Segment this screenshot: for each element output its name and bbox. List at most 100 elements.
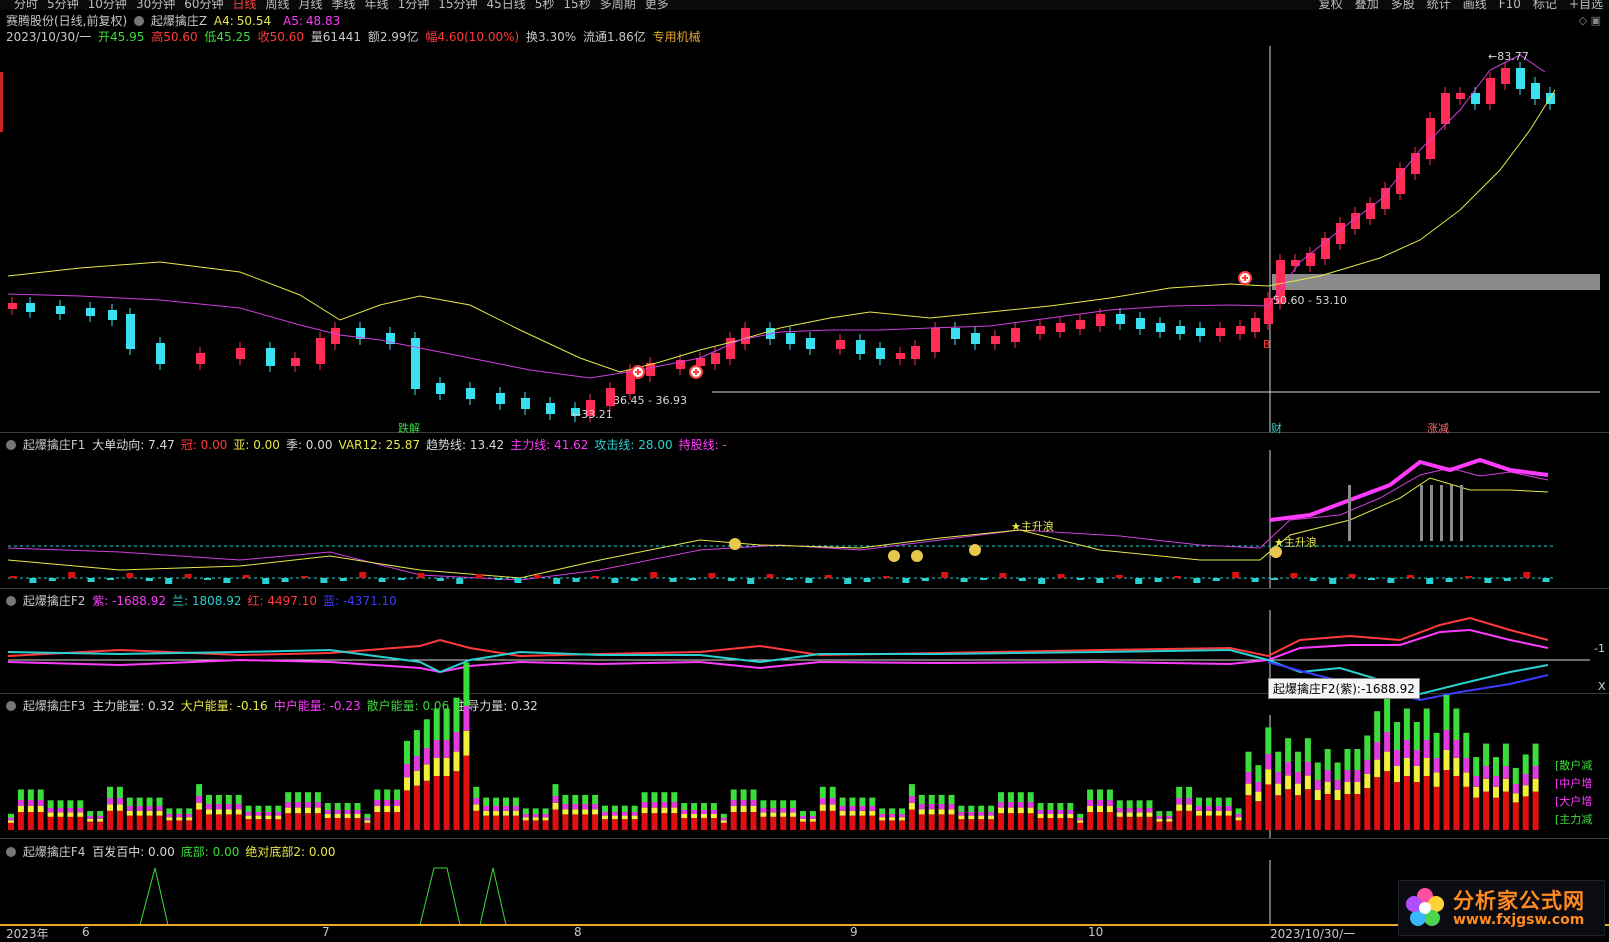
f3-main-bar xyxy=(908,809,915,830)
f1-volume-bar xyxy=(786,578,793,580)
f3-medium-bar xyxy=(918,804,925,810)
f3-main-bar xyxy=(899,820,905,830)
f1-volume-bar xyxy=(359,572,367,578)
f3-large-bar xyxy=(1057,814,1064,818)
f3-main-bar xyxy=(443,776,450,830)
f3-large-bar xyxy=(542,817,549,821)
f3-medium-bar xyxy=(1176,798,1183,805)
f3-main-bar xyxy=(671,813,678,830)
f1-main-line xyxy=(7,467,1549,581)
f3-main-bar xyxy=(1067,818,1074,830)
candle-body xyxy=(8,303,17,309)
f3-main-bar xyxy=(463,755,470,830)
kline-chart-canvas[interactable] xyxy=(0,0,1609,939)
f3-large-bar xyxy=(1136,812,1143,817)
f3-main-bar xyxy=(730,812,737,830)
f3-medium-bar xyxy=(1245,772,1252,784)
f3-medium-bar xyxy=(1394,750,1400,766)
f3-large-bar xyxy=(245,815,252,820)
f3-retail-bar xyxy=(413,730,420,756)
f3-main-bar xyxy=(1156,821,1163,830)
f3-retail-bar xyxy=(1205,797,1212,806)
f3-retail-bar xyxy=(27,789,34,800)
f3-main-bar xyxy=(1186,810,1193,830)
f3-large-bar xyxy=(621,815,628,820)
f3-retail-bar xyxy=(750,789,757,800)
f3-retail-bar xyxy=(364,813,371,818)
f3-medium-bar xyxy=(879,814,886,818)
f3-medium-bar xyxy=(1384,732,1391,752)
f3-medium-bar xyxy=(1186,798,1193,805)
f3-main-bar xyxy=(176,820,183,830)
f3-retail-bar xyxy=(116,786,123,798)
f1-gray-bar xyxy=(1450,485,1453,541)
f3-large-bar xyxy=(889,817,896,821)
candle-body xyxy=(1486,78,1495,104)
f3-medium-bar xyxy=(770,808,777,813)
f3-retail-bar xyxy=(1304,738,1311,762)
f3-large-bar xyxy=(1215,810,1222,816)
f2-red-line xyxy=(7,616,1549,658)
f3-retail-bar xyxy=(344,803,351,810)
f3-medium-bar xyxy=(255,812,262,816)
f3-large-bar xyxy=(1275,783,1282,796)
f3-large-bar xyxy=(770,812,777,817)
f3-main-bar xyxy=(146,815,153,830)
f3-retail-bar xyxy=(770,800,777,808)
f3-retail-bar xyxy=(1087,789,1094,800)
f1-volume-bar xyxy=(1174,576,1181,578)
f3-retail-bar xyxy=(305,792,311,802)
f3-medium-bar xyxy=(681,810,688,814)
candle-body xyxy=(1251,318,1260,332)
f3-medium-bar xyxy=(1156,816,1163,819)
f3-large-bar xyxy=(958,815,965,820)
f1-volume-bar xyxy=(1406,575,1414,578)
f3-large-bar xyxy=(602,815,608,820)
f3-retail-bar xyxy=(493,797,500,806)
f3-main-bar xyxy=(97,821,104,830)
candle-body xyxy=(836,340,845,349)
f3-large-bar xyxy=(1087,806,1094,812)
f3-large-bar xyxy=(1037,814,1044,818)
f3-retail-bar xyxy=(503,797,509,806)
f3-main-bar xyxy=(998,813,1004,830)
f3-main-bar xyxy=(839,815,846,830)
f3-medium-bar xyxy=(156,806,163,811)
f3-medium-bar xyxy=(384,800,391,806)
f3-medium-bar xyxy=(1077,818,1084,821)
f3-large-bar xyxy=(968,815,975,820)
f3-medium-bar xyxy=(1116,808,1123,813)
f3-medium-bar xyxy=(1275,772,1282,784)
f3-large-bar xyxy=(730,806,737,812)
f1-volume-bar xyxy=(805,578,813,583)
f1-volume-bar xyxy=(1368,578,1375,580)
f3-large-bar xyxy=(295,807,302,814)
f3-retail-bar xyxy=(522,808,529,814)
f3-medium-bar xyxy=(483,806,490,811)
f3-medium-bar xyxy=(176,814,183,818)
f3-large-bar xyxy=(869,810,876,816)
f3-medium-bar xyxy=(136,806,143,811)
f3-main-bar xyxy=(770,816,777,830)
candle-body xyxy=(1516,68,1525,89)
f3-main-bar xyxy=(166,820,173,830)
f3-retail-bar xyxy=(720,813,727,818)
f3-main-bar xyxy=(750,812,757,830)
f3-medium-bar xyxy=(77,808,84,813)
f3-large-bar xyxy=(1156,818,1163,822)
f3-main-bar xyxy=(1116,816,1123,830)
f3-retail-bar xyxy=(532,808,539,814)
f3-retail-bar xyxy=(710,803,717,810)
f3-medium-bar xyxy=(87,816,94,819)
f1-volume-bar xyxy=(107,578,114,580)
f3-large-bar xyxy=(136,810,143,816)
candle-body xyxy=(876,348,885,359)
f3-retail-bar xyxy=(67,800,74,808)
f3-main-bar xyxy=(1215,815,1222,830)
f3-large-bar xyxy=(334,814,341,818)
candle-body xyxy=(1396,168,1405,194)
f3-main-bar xyxy=(1166,821,1173,830)
f3-retail-bar xyxy=(809,811,816,816)
f3-retail-bar xyxy=(1037,803,1044,810)
f3-retail-bar xyxy=(1186,786,1193,798)
